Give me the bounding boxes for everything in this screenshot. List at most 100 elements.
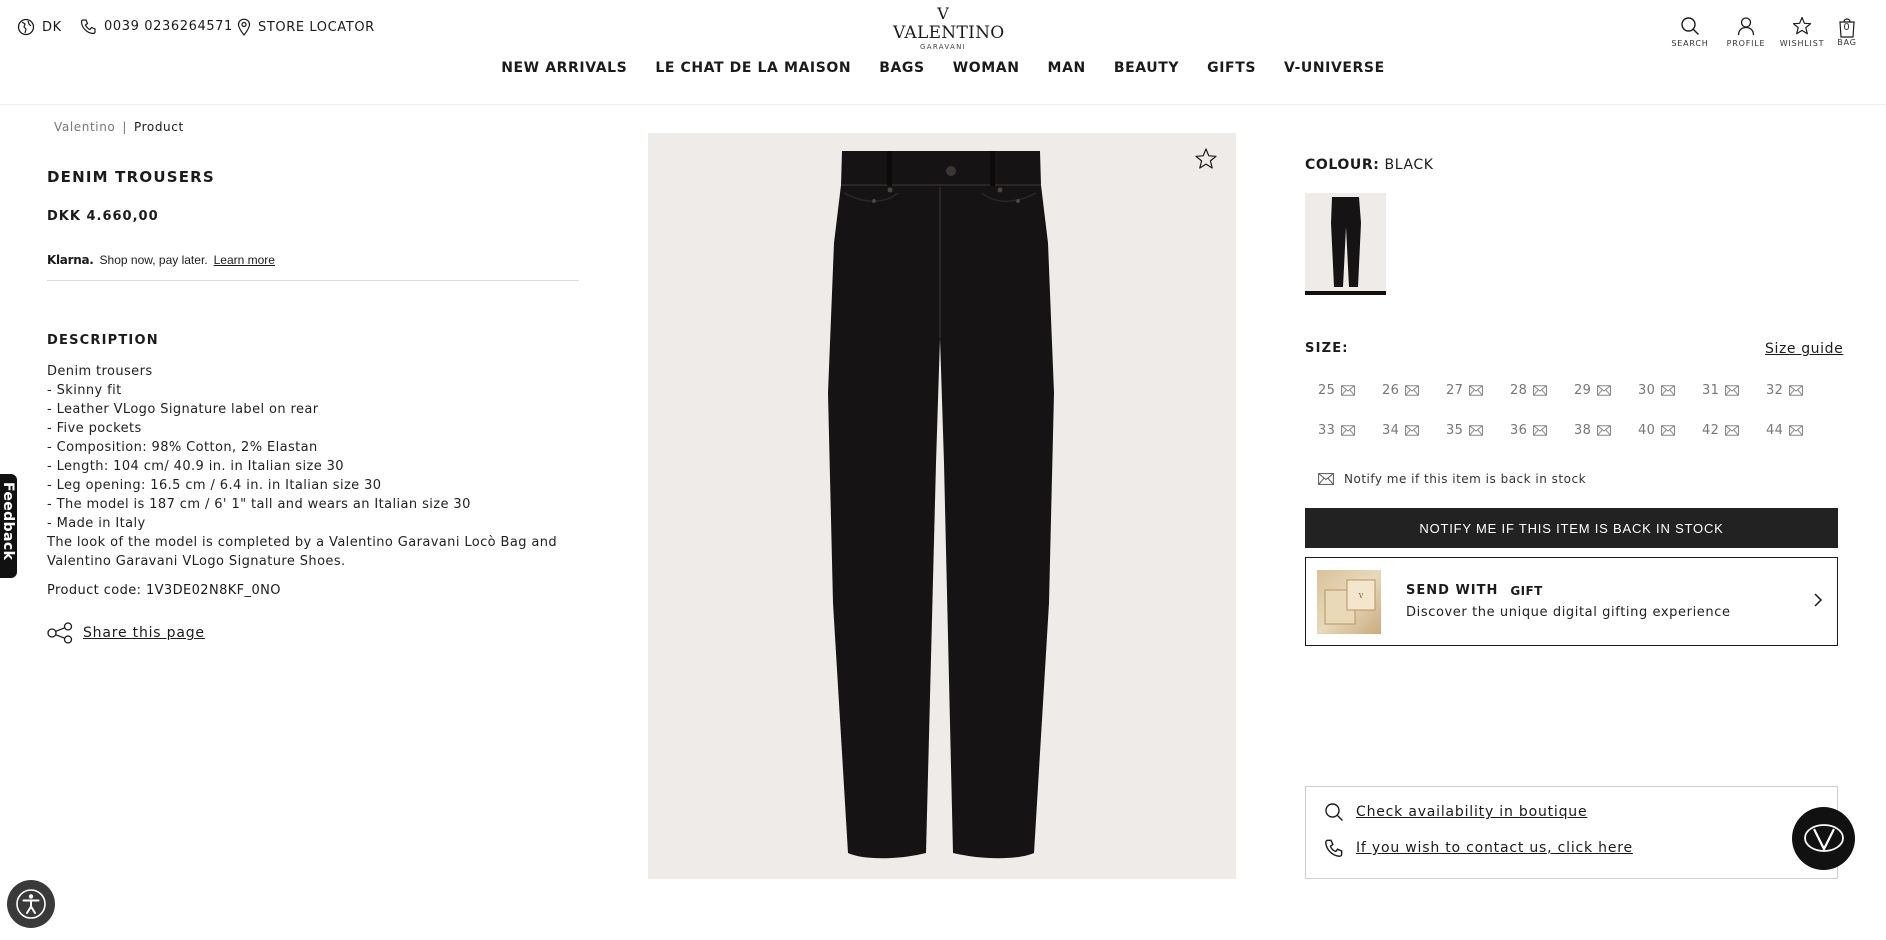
gift-brand: GIFT [1510, 583, 1543, 598]
accessibility-button[interactable] [7, 880, 55, 928]
size-guide-link[interactable]: Size guide [1765, 341, 1843, 357]
colour-swatch-black[interactable] [1305, 193, 1386, 295]
klarna-logo: Klarna. [47, 253, 94, 267]
gift-title-text: SEND WITH [1406, 583, 1499, 598]
country-code: DK [42, 19, 62, 35]
breadcrumb-home[interactable]: Valentino [54, 120, 115, 134]
check-availability-label: Check availability in boutique [1356, 804, 1588, 820]
breadcrumb-current: Product [134, 120, 184, 134]
description-line: The look of the model is completed by a … [47, 535, 558, 569]
size-option-28[interactable]: 28 [1497, 380, 1561, 400]
size-option-32[interactable]: 32 [1753, 380, 1817, 400]
mail-icon [1597, 424, 1612, 436]
valentino-logo[interactable]: V VALENTINO GARAVANI [893, 5, 1005, 52]
nav-bags[interactable]: BAGS [879, 60, 924, 76]
globe-icon [17, 18, 35, 36]
size-option-label: 28 [1510, 382, 1528, 398]
add-to-wishlist-icon[interactable] [1194, 147, 1218, 171]
nav-new-arrivals[interactable]: NEW ARRIVALS [501, 60, 627, 76]
description-body: Denim trousers - Skinny fit - Leather VL… [47, 362, 567, 571]
description-line: - Leather VLogo Signature label on rear [47, 402, 319, 417]
size-label: SIZE: [1305, 341, 1349, 356]
description-line: - Made in Italy [47, 516, 146, 531]
notify-me-button[interactable]: NOTIFY ME IF THIS ITEM IS BACK IN STOCK [1305, 508, 1838, 548]
phone-link[interactable]: 0039 0236264571 [80, 18, 233, 35]
feedback-tab[interactable]: Feedback [0, 474, 17, 578]
size-option-44[interactable]: 44 [1753, 420, 1817, 440]
nav-woman[interactable]: WOMAN [953, 60, 1020, 76]
profile-label: PROFILE [1726, 39, 1766, 48]
size-option-30[interactable]: 30 [1625, 380, 1689, 400]
bag-label: BAG [1837, 38, 1857, 47]
wishlist-button[interactable]: WISHLIST [1774, 16, 1830, 48]
klarna-learn-more-link[interactable]: Learn more [214, 253, 275, 267]
contact-us-link[interactable]: If you wish to contact us, click here [1324, 838, 1633, 858]
size-option-42[interactable]: 42 [1689, 420, 1753, 440]
boutique-contact-box: Check availability in boutique If you wi… [1305, 786, 1838, 879]
size-option-25[interactable]: 25 [1305, 380, 1369, 400]
divider [47, 280, 579, 281]
size-option-34[interactable]: 34 [1369, 420, 1433, 440]
nav-beauty[interactable]: BEAUTY [1114, 60, 1179, 76]
notify-me-text: Notify me if this item is back in stock [1344, 472, 1587, 486]
size-option-38[interactable]: 38 [1561, 420, 1625, 440]
send-gift-banner[interactable]: V SEND WITH GIFT Discover the unique dig… [1305, 557, 1838, 646]
size-option-31[interactable]: 31 [1689, 380, 1753, 400]
header-actions: SEARCH PROFILE WISHLIST 0 BAG [1662, 16, 1864, 48]
store-locator-label: STORE LOCATOR [258, 19, 375, 35]
nav-v-universe[interactable]: V-UNIVERSE [1284, 60, 1385, 76]
phone-icon [1325, 839, 1343, 857]
size-option-26[interactable]: 26 [1369, 380, 1433, 400]
size-option-label: 42 [1702, 422, 1720, 438]
nav-man[interactable]: MAN [1048, 60, 1086, 76]
bag-icon-wrap: 0 [1837, 16, 1857, 38]
search-icon [1681, 17, 1699, 35]
mail-icon [1405, 384, 1420, 396]
description-line: - Composition: 98% Cotton, 2% Elastan [47, 440, 318, 455]
description-line: - The model is 187 cm / 6' 1" tall and w… [47, 497, 471, 512]
phone-number: 0039 0236264571 [104, 19, 233, 34]
profile-icon [1737, 17, 1755, 36]
size-option-33[interactable]: 33 [1305, 420, 1369, 440]
country-selector[interactable]: DK [17, 18, 62, 36]
bag-button[interactable]: 0 BAG [1830, 16, 1864, 48]
description-line: Denim trousers [47, 364, 153, 379]
nav-le-chat-de-la-maison[interactable]: LE CHAT DE LA MAISON [655, 60, 851, 76]
share-page-link[interactable]: Share this page [47, 622, 205, 644]
size-option-label: 29 [1574, 382, 1592, 398]
size-option-label: 25 [1318, 382, 1336, 398]
search-icon [1325, 803, 1343, 821]
wishlist-label: WISHLIST [1779, 39, 1825, 48]
description-line: - Leg opening: 16.5 cm / 6.4 in. in Ital… [47, 478, 382, 493]
svg-text:V: V [1358, 593, 1364, 600]
star-icon [1792, 16, 1812, 35]
search-button[interactable]: SEARCH [1662, 16, 1718, 48]
notify-me-checkbox[interactable]: Notify me if this item is back in stock [1318, 472, 1586, 486]
size-option-29[interactable]: 29 [1561, 380, 1625, 400]
phone-icon [80, 19, 96, 35]
size-option-36[interactable]: 36 [1497, 420, 1561, 440]
chat-button[interactable] [1792, 807, 1855, 870]
product-code: Product code: 1V3DE02N8KF_0NO [47, 583, 281, 598]
size-option-40[interactable]: 40 [1625, 420, 1689, 440]
size-option-label: 26 [1382, 382, 1400, 398]
valentino-v-logo-icon [1803, 823, 1844, 852]
check-availability-link[interactable]: Check availability in boutique [1324, 802, 1587, 822]
mail-icon [1533, 384, 1548, 396]
mail-icon [1533, 424, 1548, 436]
logo-word: VALENTINO [893, 23, 1005, 43]
description-line: - Length: 104 cm/ 40.9 in. in Italian si… [47, 459, 344, 474]
size-option-label: 40 [1638, 422, 1656, 438]
chevron-right-icon [1814, 593, 1823, 607]
store-locator-link[interactable]: STORE LOCATOR [237, 18, 375, 36]
mail-icon [1341, 424, 1356, 436]
product-image[interactable] [648, 133, 1236, 879]
size-option-35[interactable]: 35 [1433, 420, 1497, 440]
nav-gifts[interactable]: GIFTS [1207, 60, 1256, 76]
size-option-label: 32 [1766, 382, 1784, 398]
colour-value: BLACK [1384, 157, 1434, 173]
search-label: SEARCH [1671, 39, 1709, 48]
profile-button[interactable]: PROFILE [1718, 16, 1774, 48]
size-option-label: 36 [1510, 422, 1528, 438]
size-option-27[interactable]: 27 [1433, 380, 1497, 400]
